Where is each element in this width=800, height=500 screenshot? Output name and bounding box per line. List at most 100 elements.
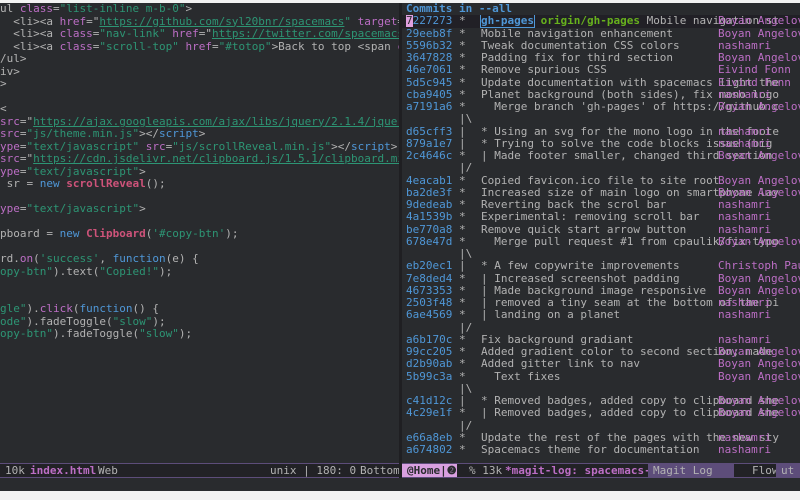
code-token: (e) { (165, 253, 199, 265)
modeline-workspace[interactable]: @Home|❷ (402, 464, 457, 477)
commit-author: nashamri (718, 431, 771, 444)
code-token: "text/javascript" (26, 165, 140, 178)
commit-author: nashamri (718, 88, 771, 101)
commit-message: Mobile navigation enhancement (481, 27, 674, 40)
code-token: ode" (0, 315, 27, 328)
code-token: href (172, 28, 199, 40)
commit-graph: * (459, 211, 466, 224)
code-token: https://github.com/syl20bnr/spacemacs (99, 15, 345, 28)
commit-author: nashamri (718, 137, 771, 150)
commit-author: Boyan Angelov (718, 358, 800, 371)
commit-row[interactable]: 4a1539b * Experimental: removing scroll ba… (402, 211, 800, 223)
code-line: rd.on('success', function(e) { (0, 253, 400, 266)
modeline-buffer-name: index.html (30, 464, 97, 477)
commit-graph: * (459, 431, 466, 444)
commit-hash: eb20ec1 (406, 260, 453, 273)
echo-area[interactable] (0, 478, 800, 491)
commit-row[interactable]: e66a8eb * Update the rest of the pages wit… (402, 432, 800, 444)
commit-row[interactable]: be770a8 * Remove quick start arrow button n… (402, 224, 800, 236)
branch-ref-local[interactable]: gh-pages (480, 15, 535, 28)
commit-graph: * (459, 309, 466, 322)
code-token: = (211, 40, 219, 53)
commit-row[interactable]: 879a1e7 | * Trying to solve the code block… (402, 138, 800, 150)
modeline-major-mode[interactable]: Web (93, 464, 123, 477)
commit-author: nashamri (718, 309, 771, 322)
commit-hash: cba9405 (406, 88, 453, 101)
commit-row[interactable]: ba2de3f * Increased size of main logo on s… (402, 187, 800, 199)
code-token: ); (225, 228, 239, 240)
commit-row[interactable]: a6b170c * Fix background gradiant nashamri (402, 334, 800, 346)
commit-row[interactable]: 4c29e1f * | Removed badges, added copy to … (402, 407, 800, 419)
commit-row[interactable]: |/ (402, 162, 800, 174)
commit-author: Boyan Angelov (718, 272, 800, 285)
commit-row[interactable]: cba9405 * Planet background (both sides), … (402, 89, 800, 101)
code-token: = (19, 128, 27, 140)
code-token: gle" (0, 303, 27, 315)
commit-row[interactable]: a7191a6 * Merge branch 'gh-pages' of http… (402, 101, 800, 113)
commit-row[interactable]: 9dedeab * Reverting back the scrol bar nash… (402, 199, 800, 211)
commit-row[interactable]: d65cff3 | * Using an svg for the mono logo… (402, 126, 800, 138)
modeline-major-mode[interactable]: Magit Log (648, 464, 734, 477)
code-editor-pane[interactable]: ul class="list-inline m-b-0"> <li><a hre… (0, 3, 400, 463)
branch-ref-remote[interactable]: origin/gh-pages (541, 15, 640, 27)
commit-row[interactable]: 5596b32 * Tweak documentation CSS colors na… (402, 40, 800, 52)
commit-row[interactable]: 4673353 * | Made background image responsi… (402, 285, 800, 297)
code-line: > (0, 78, 400, 91)
commit-row[interactable]: 7e8ded4 * | Increased screenshot padding Bo… (402, 273, 800, 285)
code-token: click (39, 303, 73, 315)
code-token: " (344, 15, 358, 28)
code-token: /ul> (0, 53, 27, 65)
commit-graph: * (459, 223, 466, 236)
commit-graph: |/ (459, 162, 473, 175)
magit-log-pane[interactable]: Commits in --all 7227273 * gh-pages origin… (402, 3, 800, 463)
commit-message: * A few copywrite improvements (481, 260, 680, 273)
commit-row[interactable]: eb20ec1 | * A few copywrite improvements Ch… (402, 260, 800, 272)
code-token: class (59, 28, 93, 40)
commit-row[interactable]: c41d12c | * Removed badges, added copy to … (402, 395, 800, 407)
commit-row[interactable]: a674802 * Spacemacs theme for documentatio… (402, 444, 800, 456)
commit-row[interactable]: |/ (402, 420, 800, 432)
commit-author: nashamri (718, 211, 771, 224)
commit-message: Remove quick start arrow button (481, 223, 687, 236)
code-line: gle").click(function() { (0, 303, 400, 316)
commit-row[interactable]: 6ae4569 * | landing on a planet nashamri (402, 309, 800, 321)
commit-author: Boyan Angelov (718, 395, 800, 407)
commit-row[interactable]: |\ (402, 383, 800, 395)
code-token: "js/scrollReveal.min.js" (172, 140, 332, 153)
code-token: ul (0, 3, 20, 15)
code-token: script (158, 128, 199, 140)
commit-row[interactable]: 99cc205 * Added gradient color to second s… (402, 346, 800, 358)
commit-row[interactable]: 678e47d * Merge pull request #1 from cpau… (402, 236, 800, 248)
commit-row[interactable]: |\ (402, 113, 800, 125)
commit-graph: | (459, 395, 466, 407)
code-token: ( (72, 303, 80, 315)
commit-graph: * (459, 284, 466, 297)
commit-row[interactable]: 4eacab1 * Copied favicon.ico file to site … (402, 175, 800, 187)
commit-row[interactable]: |\ (402, 248, 800, 260)
commit-author: Christoph Paul… (718, 260, 800, 273)
commit-row[interactable]: 2c4646c * | Made footer smaller, changed t… (402, 150, 800, 162)
code-token: <li><a (0, 28, 60, 40)
code-token: =" (19, 153, 34, 165)
commit-row[interactable]: 29eeb8f * Mobile navigation enhancement Boy… (402, 28, 800, 40)
code-token: =" (19, 115, 34, 128)
commit-row[interactable]: d2b90ab * Added gitter link to nav Boyan An… (402, 358, 800, 370)
commit-row-current[interactable]: 7227273 * gh-pages origin/gh-pages Mobile … (402, 15, 800, 28)
code-token: < (0, 103, 7, 115)
commit-row[interactable]: 5d5c945 * Update documentation with spacem… (402, 77, 800, 89)
code-token: "#totop" (218, 40, 272, 53)
commit-graph: |\ (459, 248, 473, 260)
commit-graph: * (459, 76, 466, 89)
commit-row[interactable]: 5b99c3a * Text fixes Boyan Angelov (402, 371, 800, 383)
commit-author: Boyan Angelov (718, 174, 800, 187)
code-token: =" (86, 15, 100, 28)
commit-graph: | (459, 125, 466, 138)
commit-row[interactable]: 2503f48 * | removed a tiny seam at the bot… (402, 297, 800, 309)
code-line: src="js/theme.min.js"></script> (0, 128, 400, 141)
commit-row[interactable]: 3647828 * Padding fix for third section Boy… (402, 52, 800, 64)
commit-hash: 4673353 (406, 284, 453, 297)
commit-row[interactable]: |/ (402, 322, 800, 334)
commit-row[interactable]: 46e7061 * Remove spurious CSS Eivind Fonn (402, 64, 800, 76)
commit-hash: 6ae4569 (406, 309, 453, 322)
